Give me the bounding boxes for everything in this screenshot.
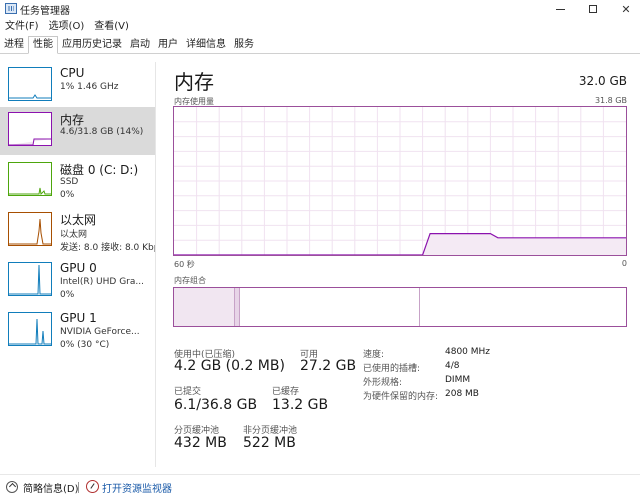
x-axis-end-label: 0 (621, 259, 627, 268)
sidebar-item-title: 磁盘 0 (C: D:) (60, 163, 139, 177)
memory-thumbnail (8, 112, 52, 146)
committed-value: 6.1/36.8 GB (174, 397, 258, 413)
speed-value: 4800 MHz (445, 347, 491, 357)
sidebar-item-title: GPU 1 (60, 311, 97, 325)
cached-value: 13.2 GB (272, 397, 329, 413)
memory-usage-chart (174, 107, 626, 255)
window-title: 任务管理器 (20, 6, 70, 17)
composition-in-use (174, 288, 235, 326)
sidebar-item-gpu0[interactable]: GPU 0 Intel(R) UHD Gra... 0% (0, 257, 155, 305)
page-title: 内存 (174, 70, 214, 94)
sidebar-item-detail: NVIDIA GeForce... (60, 327, 140, 337)
composition-standby (240, 288, 420, 326)
menu-file[interactable]: 文件(F) (0, 19, 44, 35)
sidebar-item-ethernet[interactable]: 以太网 以太网 发送: 8.0 接收: 8.0 Kbp (0, 207, 155, 255)
x-axis-start-label: 60 秒 (174, 260, 195, 269)
sidebar-item-title: GPU 0 (60, 261, 97, 275)
slots-used-label: 已使用的插槽: (363, 364, 421, 374)
in-use-value: 4.2 GB (0.2 MB) (174, 358, 285, 374)
gpu0-thumbnail (8, 262, 52, 296)
tab-details[interactable]: 详细信息 (182, 37, 230, 53)
tab-app-history[interactable]: 应用历史记录 (58, 37, 126, 53)
sidebar-divider (155, 62, 156, 467)
tab-bar: 进程 性能 应用历史记录 启动 用户 详细信息 服务 (0, 36, 640, 54)
sidebar-item-detail: 1% 1.46 GHz (60, 82, 119, 92)
tab-processes[interactable]: 进程 (0, 37, 28, 53)
speed-label: 速度: (363, 350, 385, 360)
sidebar-item-memory[interactable]: 内存 4.6/31.8 GB (14%) (0, 107, 155, 155)
menu-options[interactable]: 选项(O) (44, 19, 90, 35)
sidebar-item-disk[interactable]: 磁盘 0 (C: D:) SSD 0% (0, 157, 155, 205)
sidebar-item-gpu1[interactable]: GPU 1 NVIDIA GeForce... 0% (30 °C) (0, 307, 155, 355)
tab-startup[interactable]: 启动 (126, 37, 154, 53)
open-resource-monitor-link[interactable]: 打开资源监视器 (102, 480, 172, 495)
gpu1-thumbnail (8, 312, 52, 346)
ethernet-thumbnail (8, 212, 52, 246)
memory-composition-bar (173, 287, 627, 327)
sidebar-item-detail: Intel(R) UHD Gra... (60, 277, 144, 287)
sidebar-item-title: 以太网 (60, 213, 97, 227)
chart-grid (174, 107, 626, 255)
sidebar-item-detail: SSD (60, 177, 79, 187)
hardware-reserved-label: 为硬件保留的内存: (363, 392, 439, 402)
menu-bar: 文件(F) 选项(O) 查看(V) (0, 19, 134, 35)
chevron-up-icon[interactable] (6, 481, 18, 493)
sidebar-item-usage: 0% (60, 190, 75, 200)
maximize-icon (589, 5, 597, 13)
sidebar-item-detail: 4.6/31.8 GB (14%) (60, 127, 144, 137)
tab-services[interactable]: 服务 (230, 37, 258, 53)
cpu-thumbnail (8, 67, 52, 101)
title-bar: 任务管理器 ✕ (0, 0, 640, 18)
bottom-bar: 简略信息(D) 打开资源监视器 (0, 474, 640, 498)
paged-pool-value: 432 MB (174, 435, 227, 451)
sidebar-item-title: CPU (60, 66, 85, 80)
minimize-icon (555, 8, 565, 10)
slots-used-value: 4/8 (445, 361, 460, 371)
nonpaged-pool-value: 522 MB (243, 435, 296, 451)
fewer-details-button[interactable]: 简略信息(D) (23, 480, 79, 495)
memory-capacity: 32.0 GB (578, 74, 627, 88)
memory-usage-graph (173, 106, 627, 256)
menu-view[interactable]: 查看(V) (89, 19, 134, 35)
form-factor-value: DIMM (445, 375, 471, 385)
performance-sidebar: CPU 1% 1.46 GHz 内存 4.6/31.8 GB (14%) 磁盘 … (0, 62, 155, 467)
separator (78, 482, 79, 493)
sidebar-item-usage: 0% (30 °C) (60, 340, 110, 350)
tab-performance[interactable]: 性能 (28, 36, 58, 54)
task-manager-icon (5, 3, 17, 14)
resource-monitor-icon[interactable] (86, 480, 99, 493)
memory-composition-label: 内存组合 (174, 276, 206, 285)
close-icon: ✕ (621, 2, 631, 16)
tab-users[interactable]: 用户 (154, 37, 182, 53)
sidebar-item-detail: 以太网 (60, 230, 88, 240)
committed-label: 已提交 (174, 387, 202, 397)
sidebar-item-title: 内存 (60, 113, 85, 127)
available-value: 27.2 GB (300, 358, 357, 374)
sidebar-item-cpu[interactable]: CPU 1% 1.46 GHz (0, 62, 155, 110)
close-button[interactable]: ✕ (606, 0, 640, 18)
sidebar-item-throughput: 发送: 8.0 接收: 8.0 Kbp (60, 243, 155, 253)
form-factor-label: 外形规格: (363, 378, 403, 388)
memory-usage-max: 31.8 GB (594, 96, 627, 105)
sidebar-item-usage: 0% (60, 290, 75, 300)
hardware-reserved-value: 208 MB (445, 389, 479, 399)
cached-label: 已缓存 (272, 387, 300, 397)
disk-thumbnail (8, 162, 52, 196)
